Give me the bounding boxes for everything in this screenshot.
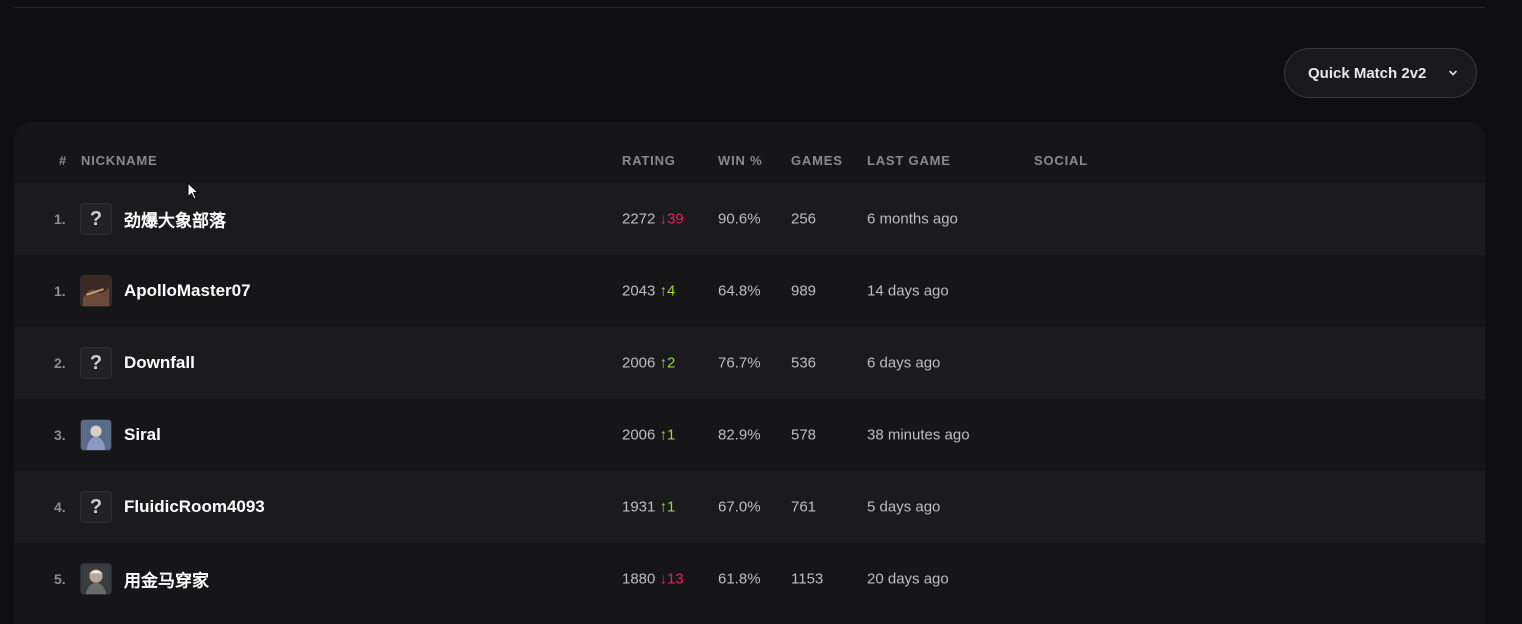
- trend-arrow-icon: ↑: [659, 354, 668, 372]
- trend-arrow-icon: ↓: [659, 570, 668, 588]
- rating-delta: ↓13: [660, 571, 684, 588]
- avatar[interactable]: ?: [80, 347, 112, 379]
- mode-select-dropdown[interactable]: Quick Match 2v2: [1284, 48, 1477, 98]
- question-mark-icon: ?: [89, 351, 103, 374]
- table-row[interactable]: 1.? 劲爆大象部落 2272 ↓39 90.6% 256 6 months ago: [14, 183, 1485, 255]
- rating-cell: 2272 ↓39: [622, 211, 684, 228]
- last-game: 38 minutes ago: [867, 426, 970, 444]
- rating-delta-value: 13: [667, 570, 684, 588]
- rank-number: 1.: [54, 211, 66, 227]
- rating-value: 2043: [622, 282, 656, 300]
- table-header: # NICKNAME RATING WIN % GAMES LAST GAME …: [14, 122, 1485, 183]
- trend-arrow-icon: ↑: [659, 498, 668, 516]
- rank-number: 3.: [54, 427, 66, 443]
- avatar[interactable]: ?: [80, 203, 112, 235]
- player-nickname[interactable]: 劲爆大象部落: [124, 207, 226, 232]
- mode-select-label: Quick Match 2v2: [1308, 64, 1427, 82]
- rank-number: 2.: [54, 355, 66, 371]
- rating-delta: ↑1: [660, 427, 676, 444]
- rank-number: 5.: [54, 571, 66, 587]
- last-game: 20 days ago: [867, 570, 949, 588]
- mouse-cursor-icon: [187, 182, 200, 200]
- rating-cell: 1931 ↑1: [622, 499, 675, 516]
- table-row[interactable]: 5. 用金马穿家 1880 ↓13 61.8% 1153 20 days ago: [14, 543, 1485, 615]
- rating-value: 1931: [622, 498, 656, 516]
- last-game: 5 days ago: [867, 498, 941, 516]
- rating-delta-value: 1: [667, 498, 676, 516]
- rating-delta: ↑1: [660, 499, 676, 516]
- avatar[interactable]: ?: [80, 491, 112, 523]
- trend-arrow-icon: ↑: [659, 282, 668, 300]
- table-row[interactable]: 4.? FluidicRoom4093 1931 ↑1 67.0% 761 5 days …: [14, 471, 1485, 543]
- rating-delta-value: 4: [667, 282, 676, 300]
- rating-value: 1880: [622, 570, 656, 588]
- last-game: 6 days ago: [867, 354, 941, 372]
- header-nickname[interactable]: NICKNAME: [81, 153, 157, 168]
- rating-delta-value: 1: [667, 426, 676, 444]
- chevron-down-icon: [1449, 70, 1457, 76]
- games-count: 256: [791, 210, 817, 228]
- rating-cell: 2006 ↑2: [622, 355, 675, 372]
- games-count: 1153: [791, 570, 824, 588]
- header-rank: #: [59, 153, 68, 168]
- games-count: 761: [791, 498, 817, 516]
- games-count: 578: [791, 426, 817, 444]
- rating-delta-value: 2: [667, 354, 676, 372]
- trend-arrow-icon: ↑: [659, 426, 668, 444]
- trend-arrow-icon: ↓: [659, 210, 668, 228]
- leaderboard-page: Quick Match 2v2 # NICKNAME RATING WIN % …: [0, 0, 1522, 624]
- avatar[interactable]: [80, 563, 112, 595]
- rating-delta: ↓39: [660, 211, 684, 228]
- table-row[interactable]: 1. ApolloMaster07 2043 ↑4 64.8% 989 14 days a…: [14, 255, 1485, 327]
- win-percent: 64.8%: [718, 282, 761, 300]
- player-nickname[interactable]: Siral: [124, 425, 161, 445]
- player-nickname[interactable]: ApolloMaster07: [124, 281, 251, 301]
- last-game: 14 days ago: [867, 282, 949, 300]
- player-nickname[interactable]: FluidicRoom4093: [124, 497, 265, 517]
- divider: [14, 7, 1485, 8]
- rank-number: 1.: [54, 283, 66, 299]
- win-percent: 82.9%: [718, 426, 761, 444]
- rating-delta: ↑4: [660, 283, 676, 300]
- rating-delta-value: 39: [667, 210, 684, 228]
- games-count: 989: [791, 282, 817, 300]
- question-mark-icon: ?: [89, 207, 103, 230]
- player-nickname[interactable]: Downfall: [124, 353, 195, 373]
- header-last-game[interactable]: LAST GAME: [867, 153, 951, 168]
- header-games[interactable]: GAMES: [791, 153, 843, 168]
- rating-value: 2006: [622, 354, 656, 372]
- win-percent: 90.6%: [718, 210, 761, 228]
- question-mark-icon: ?: [89, 495, 103, 518]
- rating-value: 2006: [622, 426, 656, 444]
- header-social: SOCIAL: [1034, 153, 1088, 168]
- games-count: 536: [791, 354, 817, 372]
- win-percent: 67.0%: [718, 498, 761, 516]
- header-rating[interactable]: RATING: [622, 153, 676, 168]
- leaderboard-table: # NICKNAME RATING WIN % GAMES LAST GAME …: [14, 122, 1485, 624]
- header-win[interactable]: WIN %: [718, 153, 762, 168]
- rating-value: 2272: [622, 210, 656, 228]
- rating-cell: 2043 ↑4: [622, 283, 675, 300]
- rank-number: 4.: [54, 499, 66, 515]
- player-nickname[interactable]: 用金马穿家: [124, 567, 209, 592]
- avatar[interactable]: [80, 419, 112, 451]
- last-game: 6 months ago: [867, 210, 958, 228]
- rating-delta: ↑2: [660, 355, 676, 372]
- table-row[interactable]: 2.? Downfall 2006 ↑2 76.7% 536 6 days ago: [14, 327, 1485, 399]
- win-percent: 76.7%: [718, 354, 761, 372]
- rating-cell: 2006 ↑1: [622, 427, 675, 444]
- avatar[interactable]: [80, 275, 112, 307]
- win-percent: 61.8%: [718, 570, 761, 588]
- rating-cell: 1880 ↓13: [622, 571, 684, 588]
- table-row[interactable]: 3. Siral 2006 ↑1 82.9% 578 38 minutes ago: [14, 399, 1485, 471]
